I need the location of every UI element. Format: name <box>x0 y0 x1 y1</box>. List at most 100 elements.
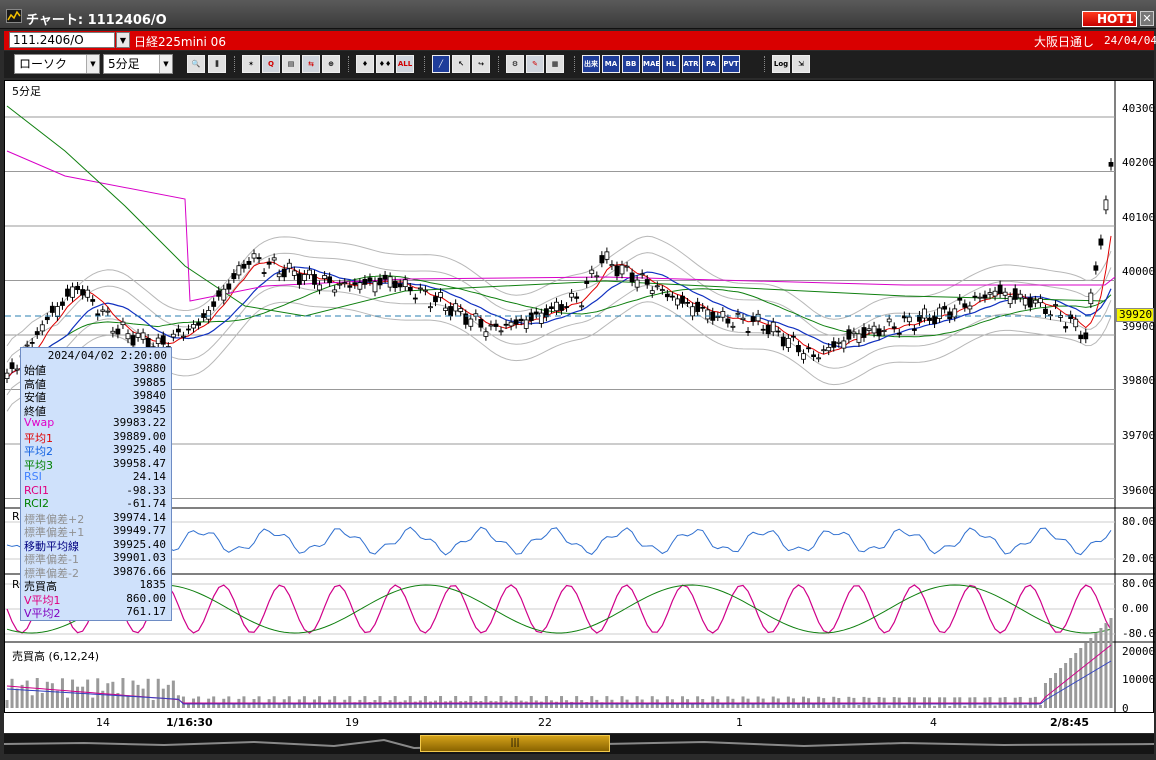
candle-body <box>831 341 837 348</box>
tool-3[interactable]: ▤ <box>282 55 300 73</box>
tooltip-row: V平均2 761.17 <box>21 605 171 620</box>
volume-bar <box>726 696 730 708</box>
pvt-button[interactable]: PVT <box>722 55 740 73</box>
candle-body <box>337 283 343 286</box>
candle-body <box>629 272 635 283</box>
draw-line-button[interactable]: ╱ <box>432 55 450 73</box>
candle-2[interactable]: ♦♦ <box>376 55 394 73</box>
volume-bar <box>948 705 952 708</box>
volume-bar <box>126 695 130 708</box>
candle-body <box>216 290 222 297</box>
candle-body <box>750 316 756 322</box>
arrow-button[interactable]: ↪ <box>472 55 490 73</box>
volume-bar <box>106 683 110 708</box>
volume-bar <box>76 686 80 708</box>
candle-body <box>1088 292 1094 305</box>
tooltip-row: 平均3 39958.47 <box>21 457 171 472</box>
atr-button[interactable]: ATR <box>682 55 700 73</box>
candle-body <box>720 311 726 318</box>
chart-area[interactable] <box>4 80 1155 714</box>
volume-bar <box>439 696 443 708</box>
chart-type-select[interactable]: ローソク ▼ <box>14 54 100 74</box>
candle-body <box>906 316 912 323</box>
info-date: 24/04/04 <box>1104 34 1156 47</box>
para-button[interactable]: PA RA <box>702 55 720 73</box>
split-button[interactable]: ⫼ <box>208 55 226 73</box>
volume-bar <box>393 696 397 708</box>
tooltip-key: V平均2 <box>24 607 61 620</box>
price-tick-label: 39600 <box>1122 484 1156 497</box>
candle-body <box>599 255 605 264</box>
price-tick-label: 39700 <box>1122 429 1156 442</box>
candle-body <box>1017 293 1023 299</box>
tooltip-key: RCI1 <box>24 483 50 497</box>
volume-bar <box>620 696 624 708</box>
interval-select[interactable]: 5分足 ▼ <box>103 54 173 74</box>
pen-button[interactable]: ✎ <box>526 55 544 73</box>
tool-2[interactable]: Q <box>262 55 280 73</box>
ma-button[interactable]: MA <box>602 55 620 73</box>
candle-body <box>347 285 353 288</box>
tooltip-row: 平均2 39925.40 <box>21 443 171 458</box>
candle-body <box>1032 299 1038 304</box>
chevron-down-icon: ▼ <box>159 55 172 73</box>
candle-1[interactable]: ♦ <box>356 55 374 73</box>
candle-body <box>382 274 388 280</box>
chart-scrollbar[interactable]: ||| <box>4 734 1154 754</box>
volume-bar <box>902 705 906 708</box>
hl-button[interactable]: HL <box>662 55 680 73</box>
tooltip-value: 860.00 <box>126 591 166 605</box>
candle-body <box>685 301 690 304</box>
log-button[interactable]: Log <box>772 55 790 73</box>
candle-body <box>488 324 494 327</box>
candle-body <box>1043 308 1048 314</box>
candle-body <box>559 304 564 311</box>
tooltip-value: 39974.14 <box>113 510 166 524</box>
candle-body <box>649 290 655 294</box>
close-button[interactable]: ✕ <box>1140 11 1154 26</box>
vol-button[interactable]: 出来 <box>582 55 600 73</box>
candle-body <box>342 282 348 285</box>
volume-bar <box>333 696 337 708</box>
tooltip-value: 24.14 <box>132 470 166 483</box>
chart-type-value: ローソク <box>19 57 68 71</box>
settings-button[interactable]: ⚙ <box>506 55 524 73</box>
candle-body <box>690 306 695 317</box>
candle-body <box>478 318 484 328</box>
candle-body <box>1083 332 1089 340</box>
candle-body <box>755 313 761 322</box>
symbol-dropdown-icon[interactable]: ▼ <box>116 32 130 48</box>
pointer-button[interactable]: ↖ <box>452 55 470 73</box>
color-button[interactable]: ▦ <box>546 55 564 73</box>
volume-bar <box>131 680 135 708</box>
volume-bar <box>877 696 881 708</box>
candle-body <box>503 323 509 326</box>
tool-1[interactable]: ✶ <box>242 55 260 73</box>
candle-body <box>256 257 262 260</box>
export-button[interactable]: ⇲ <box>792 55 810 73</box>
candle-body <box>80 289 86 296</box>
tooltip-row: 高値 39885 <box>21 376 171 391</box>
zoom-button[interactable]: 🔍 <box>187 55 205 73</box>
time-axis-label: 1/16:30 <box>166 716 213 729</box>
candle-body <box>5 372 10 379</box>
candle-body <box>962 303 968 308</box>
time-axis-label: 1 <box>736 716 743 729</box>
tool-5[interactable]: ⊕ <box>322 55 340 73</box>
tool-4[interactable]: ⇆ <box>302 55 320 73</box>
symbol-input[interactable]: 111.2406/O <box>9 32 115 48</box>
candle-body <box>770 321 776 333</box>
mae-button[interactable]: MAE <box>642 55 660 73</box>
bb-button[interactable]: BB <box>622 55 640 73</box>
hot-button[interactable]: HOT1 <box>1082 11 1137 27</box>
tooltip-value: 39880 <box>132 362 166 375</box>
all-button[interactable]: ALL <box>396 55 414 73</box>
volume-bar <box>197 696 201 708</box>
scroll-thumb[interactable]: ||| <box>420 735 610 752</box>
candle-body <box>856 333 862 343</box>
tooltip-row: 平均1 39889.00 <box>21 430 171 445</box>
candle-body <box>55 306 60 317</box>
volume-bar <box>1104 623 1108 708</box>
volume-bar <box>176 695 180 708</box>
volume-bar <box>15 688 19 708</box>
